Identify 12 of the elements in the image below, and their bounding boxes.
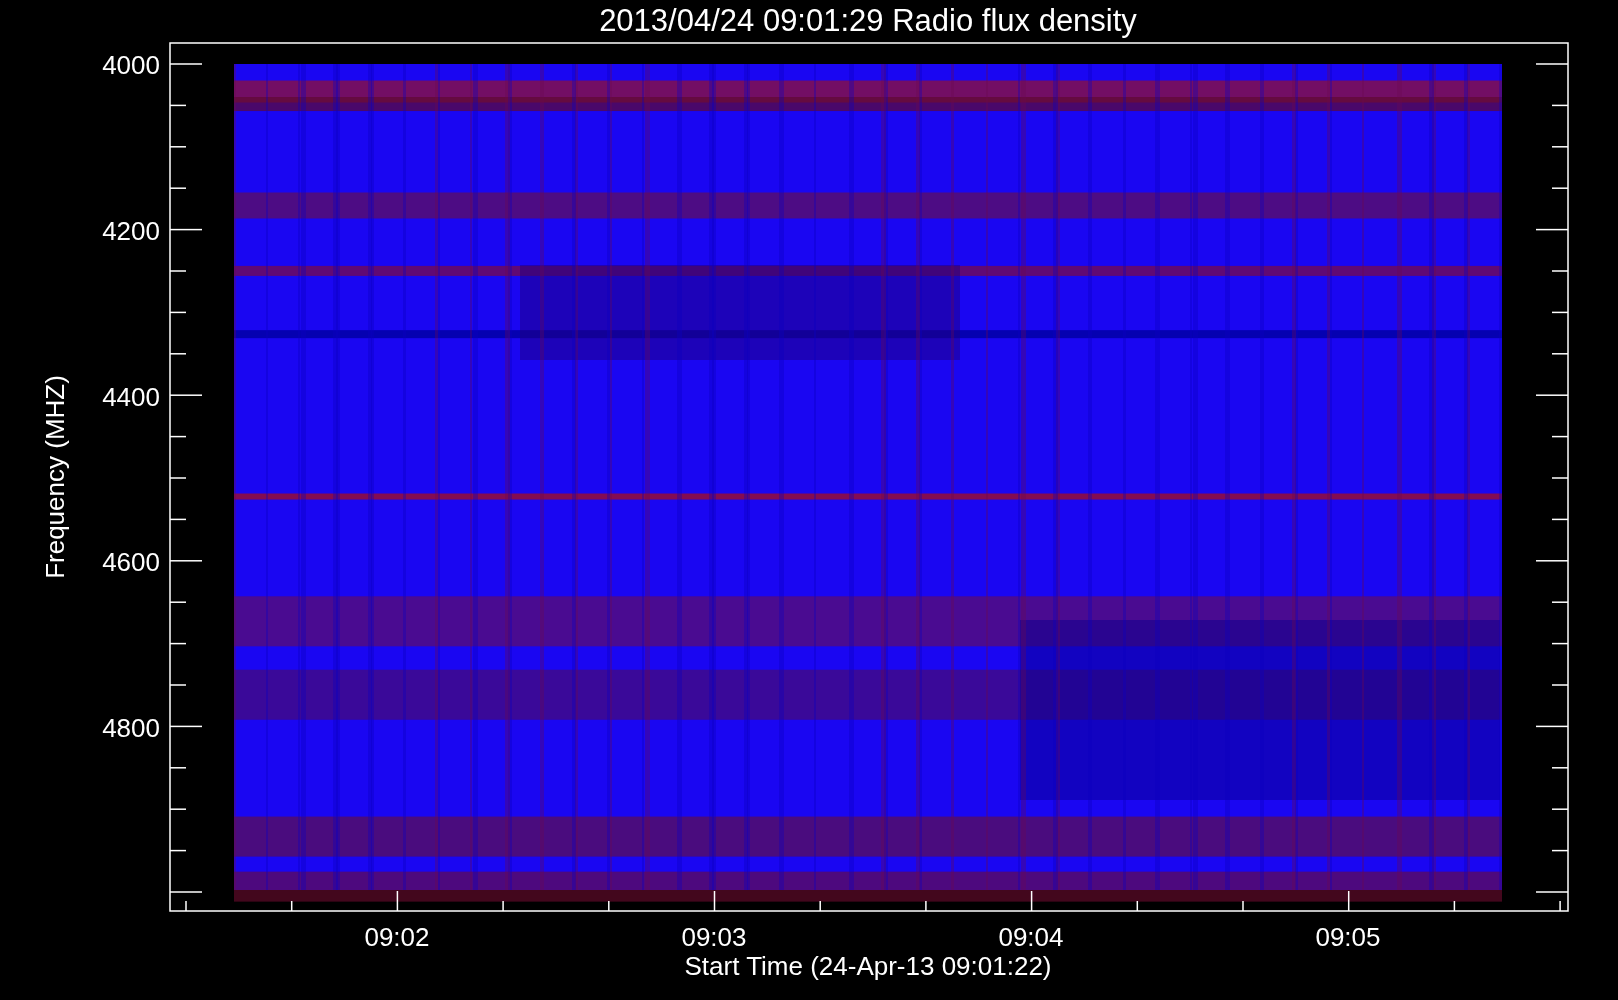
x-tick-label: 09:03 bbox=[681, 922, 747, 952]
x-axis-label: Start Time (24-Apr-13 09:01:22) bbox=[684, 951, 1052, 981]
y-tick-label: 4000 bbox=[102, 50, 160, 80]
y-tick-label: 4600 bbox=[102, 547, 160, 578]
y-tick-label: 4400 bbox=[102, 381, 160, 412]
x-tick-label: 09:02 bbox=[364, 922, 430, 952]
x-tick-label: 09:05 bbox=[1315, 922, 1381, 952]
y-axis-label: Frequency (MHZ) bbox=[40, 375, 70, 579]
chart-title: 2013/04/24 09:01:29 Radio flux density bbox=[599, 3, 1137, 38]
y-tick-label: 4800 bbox=[102, 713, 160, 744]
y-tick-label: 4200 bbox=[102, 215, 160, 246]
x-tick-label: 09:04 bbox=[998, 922, 1064, 952]
